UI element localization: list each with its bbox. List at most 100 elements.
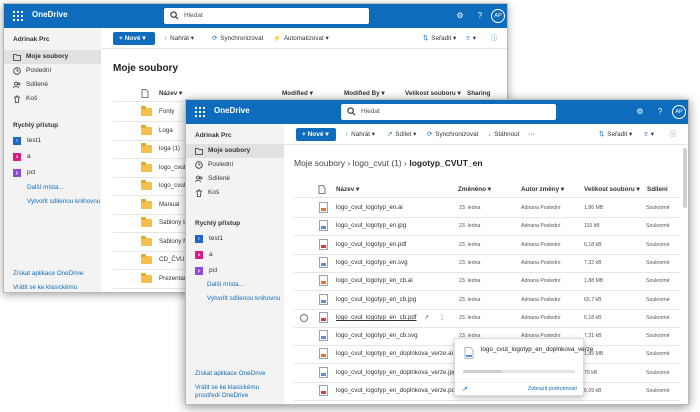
- search-placeholder: Hledat: [361, 108, 380, 115]
- get-apps-link[interactable]: Získat aplikace OneDrive: [195, 370, 265, 378]
- quick-access-item[interactable]: p pcl: [13, 168, 35, 178]
- automate-button[interactable]: ⚡ Automatizovat ▾: [273, 32, 329, 45]
- info-button[interactable]: ⓘ: [491, 32, 500, 45]
- file-name[interactable]: logo_cvut_logotyp_en_cb.svg: [336, 332, 418, 339]
- nav-recycle-bin[interactable]: Koš: [4, 92, 101, 106]
- file-name[interactable]: logo_cvut_logotyp_en_doplnkova_verze.jpg: [336, 369, 456, 376]
- quick-access-item[interactable]: t test1: [13, 136, 41, 146]
- search-box[interactable]: Hledat: [164, 8, 369, 24]
- nav-my-files[interactable]: Moje soubory: [186, 144, 284, 158]
- column-modified[interactable]: Změněno ▾: [458, 186, 491, 193]
- more-places-link[interactable]: Další místa...: [207, 281, 244, 288]
- quick-access-item[interactable]: aa: [195, 250, 213, 260]
- app-name[interactable]: OneDrive: [214, 106, 250, 115]
- pdf-file-icon: [319, 311, 328, 323]
- file-row[interactable]: logo_cvut_logotyp_en.svg 23. ledna Adriana…: [294, 254, 680, 272]
- folder-name[interactable]: Manual: [159, 201, 179, 208]
- avatar[interactable]: AP: [491, 9, 505, 23]
- column-sharing[interactable]: Sdílení: [647, 186, 668, 193]
- more-places-link[interactable]: Další místa...: [27, 184, 64, 191]
- app-launcher-icon[interactable]: [13, 11, 23, 21]
- breadcrumb-root[interactable]: Moje soubory: [294, 158, 345, 168]
- nav-recent[interactable]: Poslední: [186, 158, 284, 172]
- column-modified-by[interactable]: Autor změny ▾: [521, 186, 564, 193]
- file-row[interactable]: logo_cvut_logotyp_en_cb.ai 23. ledna Adria…: [294, 272, 680, 290]
- file-row[interactable]: logo_cvut_logotyp_en_cb.jpg 23. ledna Adri…: [294, 291, 680, 309]
- row-select-radio[interactable]: [300, 313, 308, 322]
- user-name: Adrinak Prc: [13, 36, 50, 43]
- file-row[interactable]: logo_cvut_logotyp_en_cb.pdf ↗ ⋮ 23. ledna Ad…: [294, 309, 680, 327]
- modified-date: 23. ledna: [459, 241, 481, 248]
- column-name[interactable]: Název ▾: [336, 186, 359, 193]
- share-icon[interactable]: ↗: [462, 385, 468, 393]
- gear-icon[interactable]: ⚙: [454, 10, 466, 22]
- download-button[interactable]: ↓ Stáhnout: [488, 128, 519, 141]
- column-modified-by[interactable]: Modified By ▾: [344, 90, 385, 97]
- file-name[interactable]: logo_cvut_logotyp_en_cb.ai: [336, 277, 413, 284]
- upload-button[interactable]: ↑ Nahrát ▾: [164, 32, 194, 45]
- folder-name[interactable]: Loga: [159, 127, 173, 134]
- scrollbar[interactable]: [683, 148, 687, 208]
- file-name[interactable]: logo_cvut_logotyp_en.svg: [336, 259, 408, 266]
- new-button[interactable]: + Nové ▾: [296, 128, 336, 141]
- nav-shared[interactable]: Sdílené: [4, 78, 101, 92]
- sort-button[interactable]: ⇅ Seřadit ▾: [599, 128, 632, 141]
- create-library-link[interactable]: Vytvořit sdílenou knihovnu: [207, 295, 280, 302]
- gear-icon[interactable]: ⚙: [634, 106, 646, 118]
- more-actions-icon[interactable]: ⋮: [439, 314, 445, 321]
- create-library-link[interactable]: Vytvořit sdílenou knihovnu: [27, 198, 100, 205]
- nav-recent[interactable]: Poslední: [4, 64, 101, 78]
- file-name[interactable]: logo_cvut_logotyp_en_doplnkova_verze.pdf: [336, 387, 457, 394]
- file-name[interactable]: logo_cvut_logotyp_en_cb.pdf: [336, 314, 417, 321]
- search-icon: [170, 11, 179, 20]
- sort-button[interactable]: ⇅ Seřadit ▾: [423, 32, 456, 45]
- view-options-button[interactable]: ≡ ▾: [644, 128, 654, 141]
- column-size[interactable]: Velikost souboru ▾: [405, 90, 461, 97]
- info-button[interactable]: ⓘ: [670, 128, 679, 141]
- quick-access-item[interactable]: aa: [13, 152, 31, 162]
- modified-by: Adriana Poslední: [521, 223, 561, 230]
- file-row[interactable]: logo_cvut_logotyp_en.ai 23. ledna Adriana …: [294, 199, 680, 217]
- classic-view-link[interactable]: Vrátit se ke klasickému prostředí OneDri…: [13, 284, 98, 292]
- file-name[interactable]: logo_cvut_logotyp_en.ai: [336, 204, 403, 211]
- file-name[interactable]: logo_cvut_logotyp_en.pdf: [336, 241, 407, 248]
- get-apps-link[interactable]: Získat aplikace OneDrive: [13, 270, 83, 278]
- file-name[interactable]: logo_cvut_logotyp_en_doplnkova_verze.ai: [336, 350, 453, 357]
- breadcrumb-middle[interactable]: logo_cvut (1): [353, 158, 402, 168]
- more-commands-button[interactable]: ⋯: [528, 128, 534, 141]
- column-sharing[interactable]: Sharing: [467, 90, 490, 97]
- view-options-button[interactable]: ≡ ▾: [466, 32, 476, 45]
- file-row[interactable]: logo_cvut_logotyp_en.pdf 23. ledna Adriana…: [294, 236, 680, 254]
- app-name[interactable]: OneDrive: [32, 10, 68, 19]
- help-icon[interactable]: ?: [654, 106, 666, 118]
- jpg-file-icon: [319, 366, 328, 378]
- nav-my-files[interactable]: Moje soubory: [4, 50, 101, 64]
- folder-name[interactable]: loga (1): [159, 145, 180, 152]
- folder-name[interactable]: logo_cvut: [159, 164, 186, 171]
- sync-button[interactable]: ⟳ Synchronizovat: [427, 128, 478, 141]
- column-name[interactable]: Název ▾: [159, 90, 182, 97]
- new-button[interactable]: + Nové ▾: [113, 32, 155, 45]
- share-button[interactable]: ↗ Sdílet ▾: [387, 128, 416, 141]
- upload-button[interactable]: ↑ Nahrát ▾: [345, 128, 375, 141]
- app-launcher-icon[interactable]: [195, 107, 205, 117]
- sync-button[interactable]: ⟳ Synchronizovat: [212, 32, 263, 45]
- nav-recycle-bin[interactable]: Koš: [186, 186, 284, 200]
- quick-access-item[interactable]: t test1: [195, 234, 223, 244]
- file-size: 79 kB: [584, 369, 598, 376]
- file-row[interactable]: logo_cvut_logotyp_en.jpg 23. ledna Adriana…: [294, 217, 680, 235]
- avatar[interactable]: AP: [672, 105, 686, 119]
- file-name[interactable]: logo_cvut_logotyp_en.jpg: [336, 222, 406, 229]
- site-icon: p: [13, 169, 21, 177]
- classic-view-link[interactable]: Vrátit se ke klasickému prostředí OneDri…: [195, 384, 275, 400]
- column-modified[interactable]: Modified ▾: [282, 90, 313, 97]
- file-name[interactable]: logo_cvut_logotyp_en_cb.jpg: [336, 296, 416, 303]
- search-box[interactable]: Hledat: [341, 104, 556, 120]
- share-icon[interactable]: ↗: [424, 314, 429, 321]
- quick-access-item[interactable]: p pcl: [195, 266, 217, 276]
- nav-shared[interactable]: Sdílené: [186, 172, 284, 186]
- column-size[interactable]: Velikost souboru ▾: [584, 186, 640, 193]
- folder-name[interactable]: Fonty: [159, 108, 174, 115]
- view-details-link[interactable]: Zobrazit podrobnosti: [528, 386, 577, 392]
- help-icon[interactable]: ?: [474, 10, 486, 22]
